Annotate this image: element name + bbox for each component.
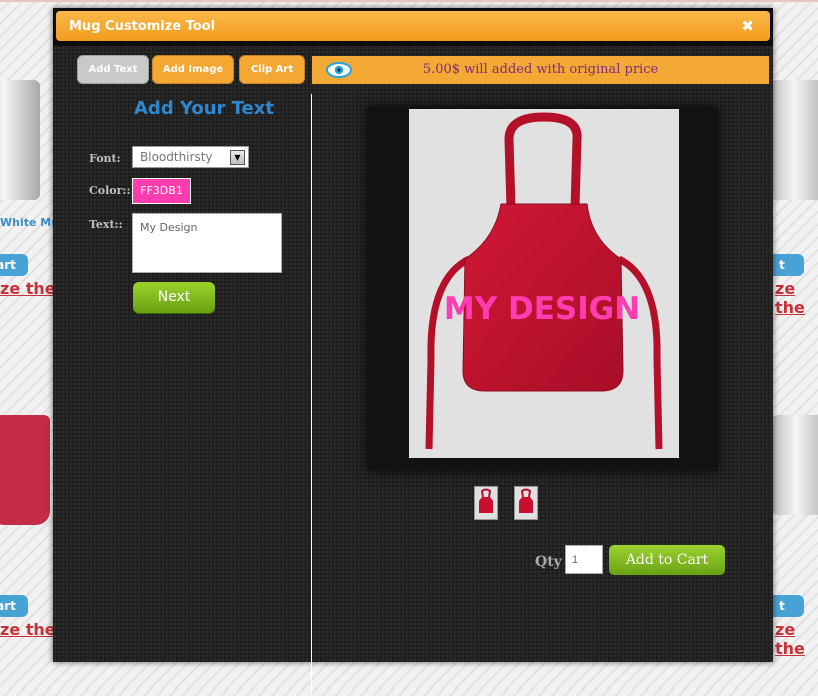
- font-label: Font:: [89, 152, 121, 165]
- modal-title: Mug Customize Tool: [69, 19, 216, 34]
- bg-customize-link[interactable]: ze the: [0, 620, 56, 639]
- bg-add-cart-button[interactable]: art: [0, 254, 28, 276]
- panel-title: Add Your Text: [134, 98, 274, 119]
- bg-customize-link[interactable]: ze the: [0, 279, 56, 298]
- bg-add-cart-button[interactable]: art: [0, 595, 28, 617]
- add-to-cart-button[interactable]: Add to Cart: [609, 545, 725, 575]
- bg-strip: [0, 0, 818, 2]
- tab-add-text[interactable]: Add Text: [77, 55, 149, 84]
- font-select[interactable]: Bloodthirsty ▼: [132, 146, 249, 168]
- design-text-input[interactable]: My Design: [132, 213, 282, 273]
- apron-thumbnail-icon: [519, 488, 533, 513]
- text-label: Text::: [89, 218, 123, 231]
- tab-add-image[interactable]: Add Image: [152, 55, 234, 84]
- panel-divider: [311, 94, 312, 696]
- qty-input[interactable]: [565, 545, 603, 574]
- bg-customize-link[interactable]: ze the: [775, 279, 818, 317]
- color-label: Color::: [89, 184, 131, 197]
- bg-customize-link[interactable]: ze the: [775, 620, 818, 658]
- modal-content: Add Text Add Image Clip Art Add Your Tex…: [53, 46, 773, 696]
- font-select-value: Bloodthirsty: [140, 150, 213, 164]
- thumbnail-front[interactable]: [474, 486, 498, 520]
- chevron-down-icon[interactable]: ▼: [230, 150, 245, 165]
- modal-titlebar: Mug Customize Tool ✖: [56, 11, 770, 41]
- design-text-overlay: MY DESIGN: [444, 291, 640, 327]
- next-button[interactable]: Next: [133, 282, 215, 313]
- customize-modal: Mug Customize Tool ✖ Add Text Add Image …: [53, 8, 773, 696]
- apron-image: MY DESIGN: [425, 112, 663, 450]
- price-notice-text: 5.00$ will added with original price: [422, 62, 659, 77]
- close-icon[interactable]: ✖: [741, 11, 754, 42]
- bg-product-mug-right: [772, 415, 818, 515]
- thumbnail-back[interactable]: [514, 486, 538, 520]
- apron-thumbnail-icon: [479, 488, 493, 513]
- bg-product-apron: [0, 415, 50, 525]
- bg-product-mug-right: [770, 80, 818, 200]
- product-preview: MY DESIGN: [409, 109, 679, 458]
- price-notice-bar: 5.00$ will added with original price: [312, 56, 769, 84]
- qty-label: Qty: [535, 554, 562, 570]
- tab-clip-art[interactable]: Clip Art: [239, 55, 305, 84]
- color-picker[interactable]: FF3DB1: [132, 178, 191, 204]
- bg-product-mug-left: [0, 80, 40, 200]
